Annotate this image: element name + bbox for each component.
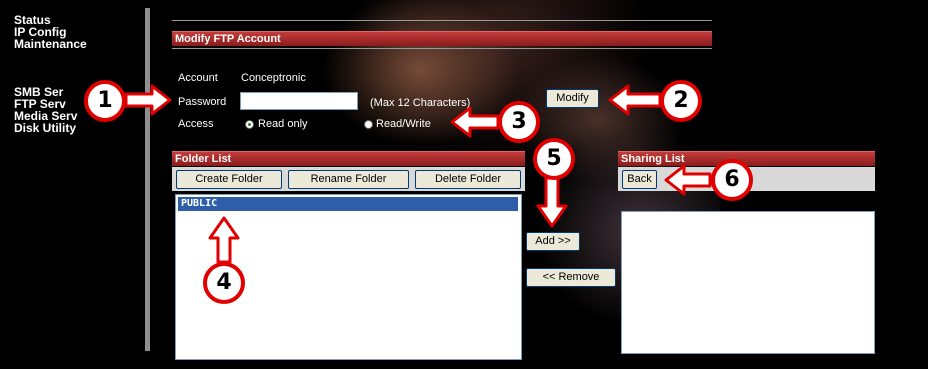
annotation-5: 5 bbox=[533, 138, 575, 180]
arrow-up-icon bbox=[208, 216, 240, 264]
annotation-3: 3 bbox=[498, 101, 540, 143]
arrow-left-icon bbox=[664, 164, 712, 196]
arrow-right-icon bbox=[124, 84, 172, 116]
annotation-arrows bbox=[124, 84, 712, 264]
arrow-left-icon bbox=[608, 84, 662, 116]
annotation-4: 4 bbox=[203, 262, 245, 304]
annotation-2: 2 bbox=[660, 80, 702, 122]
arrow-left-icon bbox=[450, 106, 500, 138]
screenshot: Status IP Config Maintenance SMB Ser FTP… bbox=[0, 0, 928, 369]
annotation-6: 6 bbox=[711, 159, 753, 201]
arrow-down-icon bbox=[536, 176, 568, 228]
annotation-1: 1 bbox=[84, 80, 126, 122]
